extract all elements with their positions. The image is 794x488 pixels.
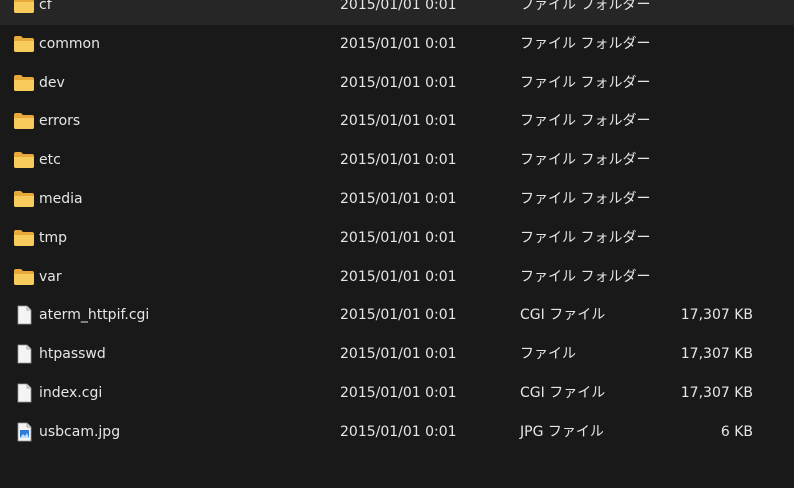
file-size: 17,307 KB bbox=[680, 307, 753, 324]
file-type: ファイル フォルダー bbox=[520, 152, 651, 169]
file-name: tmp bbox=[39, 229, 68, 246]
file-date: 2015/01/01 0:01 bbox=[340, 74, 457, 91]
folder-icon bbox=[14, 190, 34, 207]
file-icon bbox=[17, 305, 32, 325]
folder-icon bbox=[14, 229, 34, 246]
file-type: JPG ファイル bbox=[520, 423, 604, 440]
file-date: 2015/01/01 0:01 bbox=[340, 346, 457, 363]
file-row-etc[interactable]: etc 2015/01/01 0:01 ファイル フォルダー bbox=[0, 141, 794, 180]
file-name: media bbox=[39, 190, 83, 207]
file-date: 2015/01/01 0:01 bbox=[340, 307, 457, 324]
file-size: 17,307 KB bbox=[680, 384, 753, 401]
file-date: 2015/01/01 0:01 bbox=[340, 152, 457, 169]
file-type: CGI ファイル bbox=[520, 384, 606, 401]
file-date: 2015/01/01 0:01 bbox=[340, 0, 457, 13]
file-name: etc bbox=[39, 152, 61, 169]
folder-icon bbox=[14, 74, 34, 91]
folder-icon bbox=[14, 268, 34, 285]
file-name: errors bbox=[39, 113, 81, 130]
file-type: ファイル フォルダー bbox=[520, 35, 651, 52]
file-type: ファイル フォルダー bbox=[520, 113, 651, 130]
file-name: htpasswd bbox=[39, 346, 106, 363]
file-row-errors[interactable]: errors 2015/01/01 0:01 ファイル フォルダー bbox=[0, 102, 794, 141]
file-list: cf 2015/01/01 0:01 ファイル フォルダー common 201… bbox=[0, 0, 794, 452]
file-type: ファイル フォルダー bbox=[520, 0, 651, 13]
file-date: 2015/01/01 0:01 bbox=[340, 35, 457, 52]
file-name: var bbox=[39, 268, 62, 285]
folder-icon bbox=[14, 0, 34, 13]
folder-icon bbox=[14, 113, 34, 130]
file-name: usbcam.jpg bbox=[39, 423, 121, 440]
file-name: dev bbox=[39, 74, 65, 91]
file-row-usbcam-jpg[interactable]: usbcam.jpg 2015/01/01 0:01 JPG ファイル 6 KB bbox=[0, 413, 794, 452]
file-type: ファイル フォルダー bbox=[520, 190, 651, 207]
image-file-icon bbox=[17, 422, 32, 442]
file-date: 2015/01/01 0:01 bbox=[340, 268, 457, 285]
file-row-tmp[interactable]: tmp 2015/01/01 0:01 ファイル フォルダー bbox=[0, 219, 794, 258]
file-row-common[interactable]: common 2015/01/01 0:01 ファイル フォルダー bbox=[0, 25, 794, 64]
file-type: ファイル bbox=[520, 346, 576, 363]
file-date: 2015/01/01 0:01 bbox=[340, 423, 457, 440]
file-date: 2015/01/01 0:01 bbox=[340, 190, 457, 207]
file-row-cf[interactable]: cf 2015/01/01 0:01 ファイル フォルダー bbox=[0, 0, 794, 25]
file-name: aterm_httpif.cgi bbox=[39, 307, 150, 324]
folder-icon bbox=[14, 35, 34, 52]
file-row-media[interactable]: media 2015/01/01 0:01 ファイル フォルダー bbox=[0, 180, 794, 219]
file-row-htpasswd[interactable]: htpasswd 2015/01/01 0:01 ファイル 17,307 KB bbox=[0, 335, 794, 374]
file-date: 2015/01/01 0:01 bbox=[340, 384, 457, 401]
file-row-dev[interactable]: dev 2015/01/01 0:01 ファイル フォルダー bbox=[0, 64, 794, 103]
file-size: 17,307 KB bbox=[680, 346, 753, 363]
file-name: index.cgi bbox=[39, 384, 103, 401]
file-date: 2015/01/01 0:01 bbox=[340, 229, 457, 246]
file-size: 6 KB bbox=[720, 423, 753, 440]
file-row-index-cgi[interactable]: index.cgi 2015/01/01 0:01 CGI ファイル 17,30… bbox=[0, 374, 794, 413]
file-type: ファイル フォルダー bbox=[520, 229, 651, 246]
file-type: ファイル フォルダー bbox=[520, 74, 651, 91]
file-icon bbox=[17, 383, 32, 403]
file-icon bbox=[17, 344, 32, 364]
file-type: ファイル フォルダー bbox=[520, 268, 651, 285]
folder-icon bbox=[14, 152, 34, 169]
file-type: CGI ファイル bbox=[520, 307, 606, 324]
file-date: 2015/01/01 0:01 bbox=[340, 113, 457, 130]
file-row-aterm-httpif-cgi[interactable]: aterm_httpif.cgi 2015/01/01 0:01 CGI ファイ… bbox=[0, 296, 794, 335]
file-name: cf bbox=[39, 0, 52, 13]
file-row-var[interactable]: var 2015/01/01 0:01 ファイル フォルダー bbox=[0, 258, 794, 297]
file-name: common bbox=[39, 35, 100, 52]
